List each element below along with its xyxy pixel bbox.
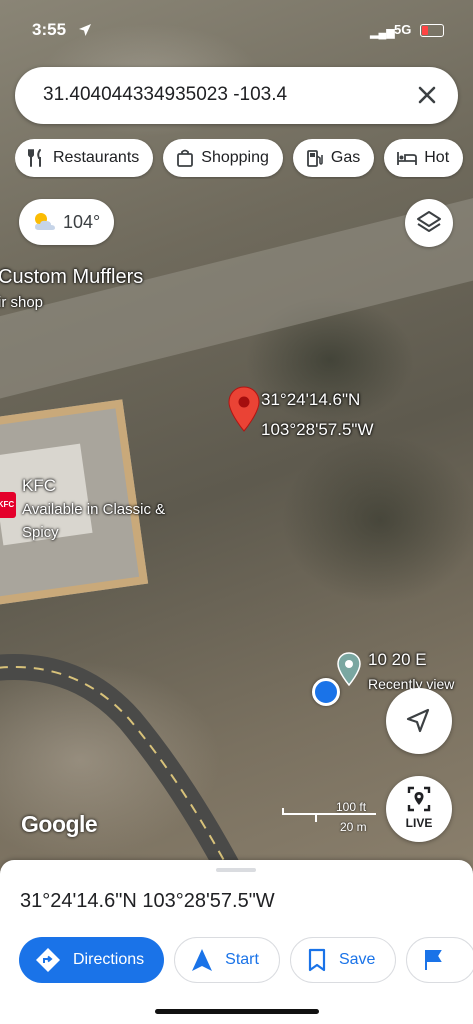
signal-icon: ▂▄▆ xyxy=(370,27,395,39)
layers-icon xyxy=(417,211,441,232)
dropped-pin-icon[interactable] xyxy=(228,386,260,432)
weather-badge[interactable]: 104° xyxy=(19,199,114,245)
kfc-note-label-2: Spicy xyxy=(22,524,59,541)
place-sheet[interactable]: 31°24'14.6"N 103°28'57.5"W Directions St… xyxy=(0,860,473,1024)
directions-button[interactable]: Directions xyxy=(19,937,165,983)
kfc-name-label[interactable]: KFC xyxy=(22,476,56,496)
category-chips: Restaurants Shopping Gas Hot xyxy=(15,139,473,179)
save-label: Save xyxy=(338,951,376,968)
live-view-icon xyxy=(407,786,431,812)
flag-button[interactable] xyxy=(406,937,473,983)
shopping-bag-icon xyxy=(177,149,194,167)
weather-temperature: 104° xyxy=(63,212,101,232)
map-scale: 100 ft 20 m xyxy=(282,800,377,834)
chip-hotels[interactable]: Hot xyxy=(384,139,464,177)
chip-label: Hot xyxy=(424,149,450,166)
my-location-dot xyxy=(312,678,340,706)
status-time: 3:55 xyxy=(32,20,67,39)
bookmark-icon xyxy=(308,948,326,972)
sheet-drag-handle[interactable] xyxy=(216,868,256,872)
close-icon xyxy=(418,86,436,104)
recent-place-pin-icon[interactable] xyxy=(337,652,361,686)
google-logo: Google xyxy=(21,811,98,837)
save-button[interactable]: Save xyxy=(289,937,397,983)
chip-label: Restaurants xyxy=(53,149,140,166)
start-label: Start xyxy=(225,951,259,968)
place-coordinates: 31°24'14.6"N 103°28'57.5"W xyxy=(20,890,275,912)
start-button[interactable]: Start xyxy=(174,937,280,983)
chip-label: Gas xyxy=(330,149,361,166)
action-buttons: Directions Start Save xyxy=(19,937,473,985)
home-indicator[interactable] xyxy=(155,1009,319,1014)
kfc-note-label: Available in Classic & xyxy=(22,501,166,518)
location-arrow-icon xyxy=(79,24,91,36)
layers-button[interactable] xyxy=(405,199,453,247)
business-name-label[interactable]: Custom Mufflers xyxy=(0,266,143,289)
live-view-button[interactable]: LIVE xyxy=(386,776,452,842)
pin-longitude-label: 103°28'57.5"W xyxy=(261,420,374,439)
directions-icon xyxy=(36,948,60,972)
clear-search-button[interactable] xyxy=(410,78,444,112)
chip-shopping[interactable]: Shopping xyxy=(163,139,283,177)
flag-icon xyxy=(425,950,443,970)
business-type-label: ir shop xyxy=(0,294,44,311)
gas-pump-icon xyxy=(306,150,323,167)
fork-knife-icon xyxy=(28,149,41,167)
battery-level xyxy=(422,26,428,35)
recent-place-title[interactable]: 10 20 E xyxy=(368,650,427,670)
kfc-logo[interactable]: KFC xyxy=(0,492,16,518)
battery-icon xyxy=(420,24,444,37)
scale-imperial: 100 ft xyxy=(336,800,367,814)
recenter-button[interactable] xyxy=(386,688,452,754)
network-type: 5G xyxy=(394,22,412,37)
navigation-arrow-icon xyxy=(192,949,213,971)
search-bar[interactable]: 31.404044334935023 -103.4 xyxy=(15,67,458,124)
chip-restaurants[interactable]: Restaurants xyxy=(15,139,154,177)
bed-icon xyxy=(397,152,418,165)
search-input[interactable]: 31.404044334935023 -103.4 xyxy=(43,84,373,106)
live-label: LIVE xyxy=(405,816,433,830)
partly-sunny-icon xyxy=(35,213,55,230)
pin-latitude-label: 31°24'14.6"N xyxy=(261,390,361,409)
navigation-arrow-icon xyxy=(406,708,430,733)
status-bar: 3:55 ▂▄▆ 5G xyxy=(0,14,473,48)
scale-metric: 20 m xyxy=(340,820,367,834)
directions-label: Directions xyxy=(73,951,145,968)
chip-label: Shopping xyxy=(201,149,269,166)
chip-gas[interactable]: Gas xyxy=(292,139,375,177)
